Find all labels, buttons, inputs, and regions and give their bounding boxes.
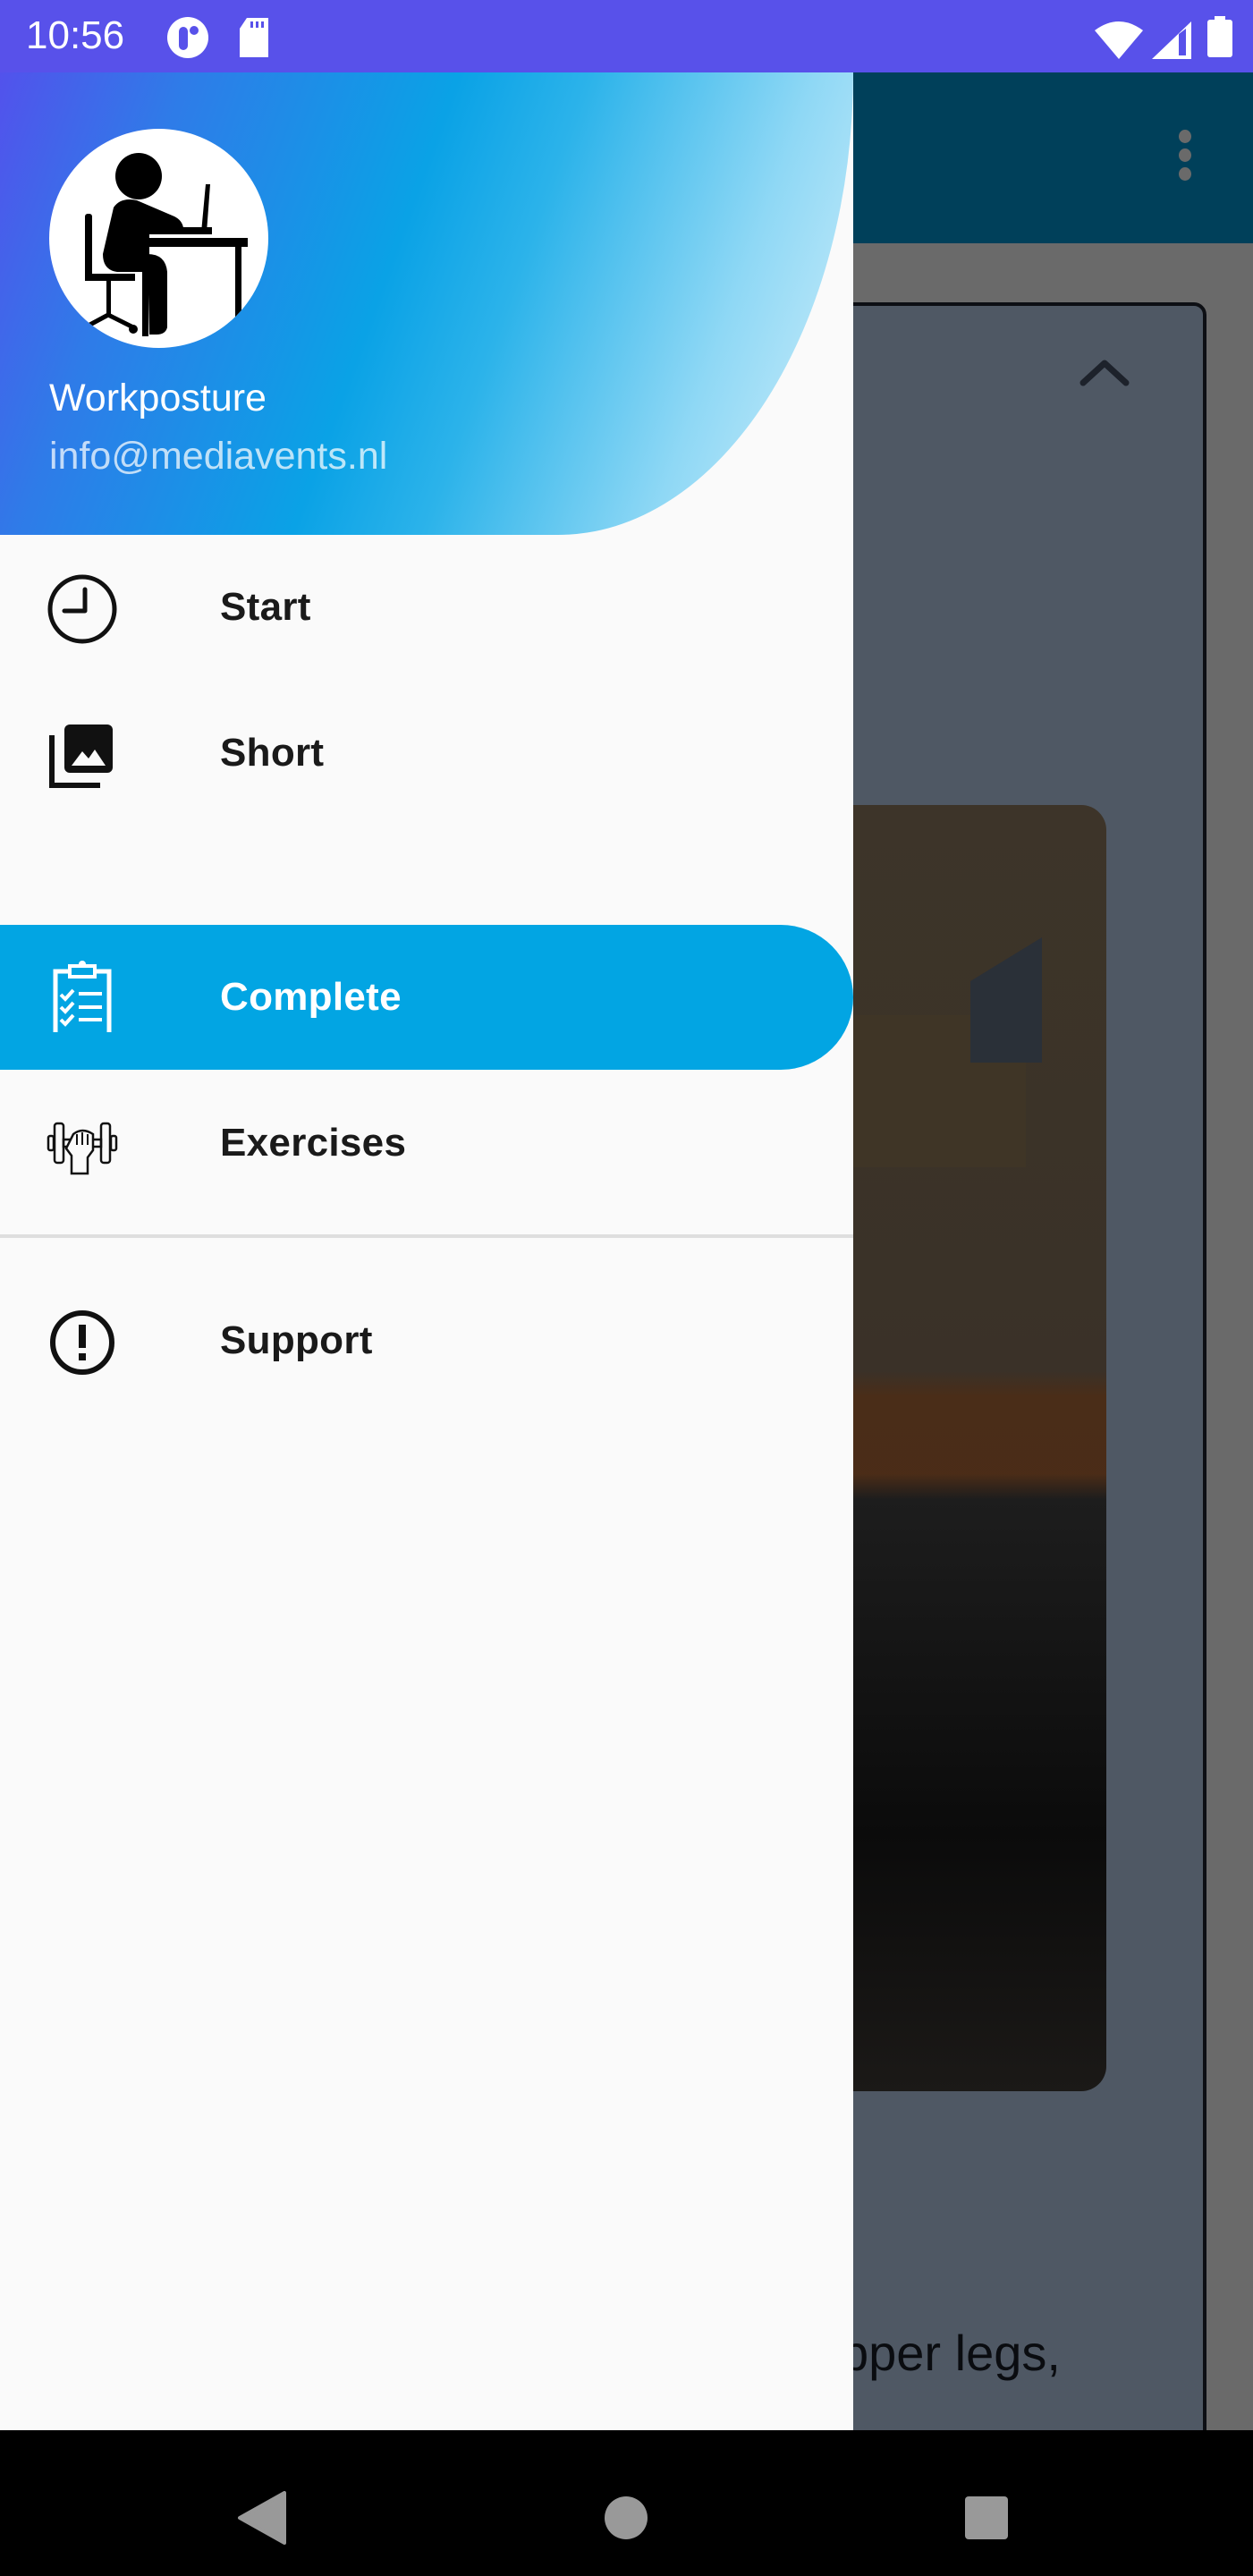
notification-app-icon — [167, 17, 208, 58]
drawer-divider — [0, 1234, 853, 1238]
back-icon[interactable] — [234, 2491, 288, 2545]
dumbbell-icon — [47, 1122, 118, 1175]
header-app-name: Workposture — [49, 377, 267, 419]
drawer-item-label: Support — [220, 1318, 373, 1362]
wifi-icon — [1095, 21, 1143, 59]
photo-library-icon — [49, 724, 113, 788]
alert-circle-icon — [50, 1310, 114, 1375]
drawer-item-label: Short — [220, 731, 325, 775]
navigation-drawer: Workposture info@mediavents.nl Start Sho… — [0, 72, 853, 2430]
drawer-item-short[interactable]: Short — [0, 681, 853, 826]
home-icon[interactable] — [602, 2494, 650, 2542]
avatar[interactable] — [49, 129, 268, 348]
drawer-item-label: Complete — [220, 975, 402, 1019]
drawer-item-label: Exercises — [220, 1121, 407, 1165]
header-email: info@mediavents.nl — [49, 435, 388, 478]
system-nav-bar — [0, 2430, 1253, 2576]
card-text: pper legs, — [841, 2325, 1061, 2381]
more-vert-icon[interactable] — [1173, 130, 1197, 192]
status-bar: 10:56 — [0, 0, 1253, 72]
sd-card-icon — [240, 18, 268, 57]
drawer-item-support[interactable]: Support — [0, 1268, 853, 1413]
person-at-desk-icon — [80, 153, 248, 336]
status-time: 10:56 — [26, 13, 125, 57]
battery-icon — [1207, 16, 1232, 57]
cell-signal-icon — [1152, 21, 1191, 59]
recents-icon[interactable] — [963, 2495, 1010, 2541]
drawer-header: Workposture info@mediavents.nl — [0, 72, 853, 535]
clock-icon — [47, 574, 117, 644]
clipboard-checklist-icon — [53, 961, 112, 1032]
drawer-item-exercises[interactable]: Exercises — [0, 1071, 853, 1216]
drawer-item-complete[interactable]: Complete — [0, 925, 853, 1070]
drawer-item-label: Start — [220, 585, 311, 629]
chevron-up-icon[interactable] — [1078, 356, 1131, 388]
drawer-item-start[interactable]: Start — [0, 535, 853, 680]
